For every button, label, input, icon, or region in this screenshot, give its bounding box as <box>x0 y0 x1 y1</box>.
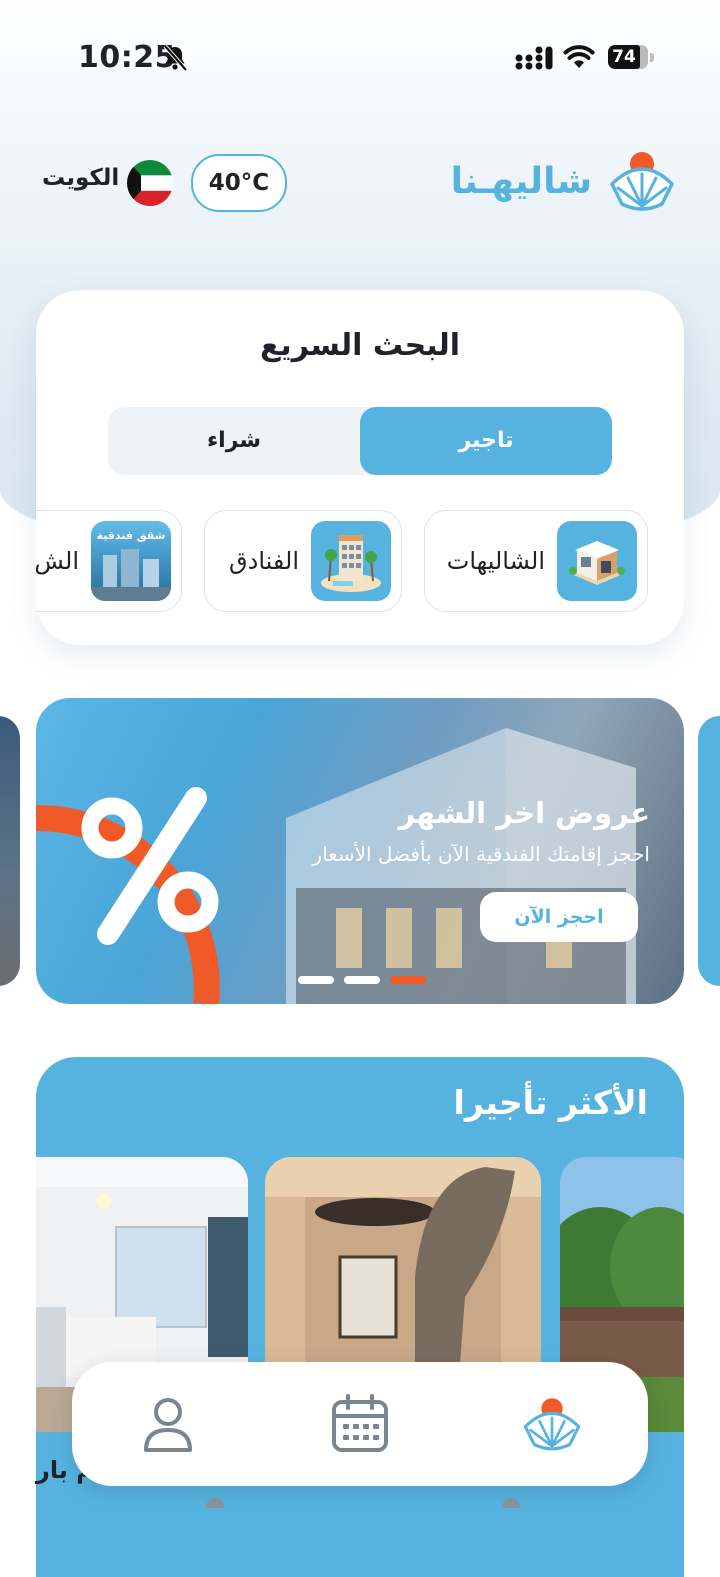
wifi-icon <box>563 45 595 68</box>
rent-buy-toggle: شراء تاجير <box>108 407 612 475</box>
carousel-dot[interactable] <box>344 976 380 984</box>
country-selector[interactable]: الكويت <box>42 165 119 191</box>
app-logo[interactable]: شاليهـنا <box>451 148 678 214</box>
book-now-button[interactable]: احجز الآن <box>480 892 638 942</box>
bottom-navigation <box>72 1362 648 1486</box>
category-label: الش <box>36 547 79 575</box>
most-rented-section: الأكثر تأجيرا <box>36 1057 684 1577</box>
user-icon <box>144 1398 192 1452</box>
tab-buy[interactable]: شراء <box>108 407 360 475</box>
category-hotels[interactable]: الفنادق <box>204 510 402 612</box>
battery-level: 74 <box>608 45 640 69</box>
carousel-indicator <box>298 976 426 984</box>
shell-logo-icon <box>523 1398 581 1451</box>
carousel-dot[interactable] <box>298 976 334 984</box>
offers-banner[interactable]: عروض اخر الشهر احجز إقامتك الفندقية الآن… <box>36 698 684 1004</box>
banner-subtitle: احجز إقامتك الفندقية الآن بأفضل الأسعار <box>312 842 650 866</box>
quick-search-title: البحث السريع <box>259 328 461 363</box>
kuwait-flag-icon[interactable] <box>127 160 173 206</box>
nav-bookings[interactable] <box>328 1392 392 1456</box>
temperature-badge: 40°C <box>191 154 287 212</box>
carousel-next-slide[interactable] <box>698 716 720 986</box>
category-chalets[interactable]: الشاليهات <box>424 510 648 612</box>
most-rented-title: الأكثر تأجيرا <box>453 1083 648 1122</box>
battery-icon: 74 <box>608 45 654 71</box>
nav-profile[interactable] <box>136 1392 200 1456</box>
logo-text: شاليهـنا <box>450 160 592 202</box>
calendar-icon <box>332 1394 388 1452</box>
carousel-prev-slide[interactable] <box>0 716 20 986</box>
category-hotel-apartments[interactable]: شقق فندقية الش <box>36 510 182 612</box>
quick-search-card: البحث السريع شراء تاجير الشاليهات الفناد… <box>36 290 684 645</box>
banner-title: عروض اخر الشهر <box>398 796 650 830</box>
apartment-icon: شقق فندقية <box>91 521 171 601</box>
shell-logo-icon <box>610 152 674 211</box>
bell-muted-icon <box>163 44 188 72</box>
hotel-icon <box>311 521 391 601</box>
category-label: الشاليهات <box>446 547 545 575</box>
category-label: الفنادق <box>229 547 299 575</box>
nav-home[interactable] <box>520 1392 584 1456</box>
tab-rent[interactable]: تاجير <box>360 407 612 475</box>
status-bar: 10:25 74 <box>0 0 720 110</box>
carousel-dot-active[interactable] <box>390 976 426 984</box>
chalet-icon <box>557 521 637 601</box>
signal-icon <box>515 46 553 70</box>
